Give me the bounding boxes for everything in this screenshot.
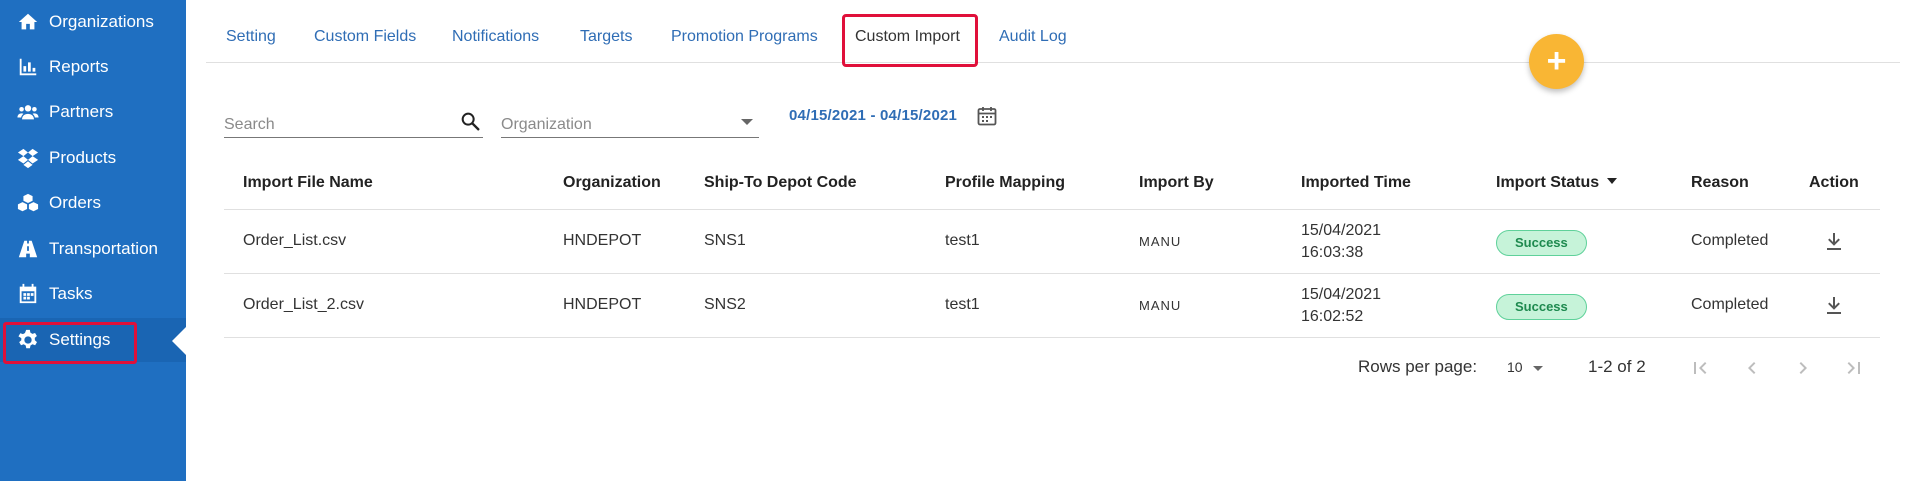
sidebar-item-settings[interactable]: Settings bbox=[0, 318, 186, 362]
tab-setting[interactable]: Setting bbox=[226, 28, 276, 46]
file-name-cell: Order_List_2.csv bbox=[243, 296, 364, 313]
bar-chart-icon bbox=[19, 58, 37, 76]
sidebar-item-orders[interactable]: Orders bbox=[0, 181, 186, 225]
column-header-import-by[interactable]: Import By bbox=[1139, 174, 1214, 192]
reason-cell: Completed bbox=[1691, 232, 1769, 249]
import-by-cell: MANU bbox=[1139, 298, 1182, 313]
date-range-value[interactable]: 04/15/2021 - 04/15/2021 bbox=[789, 107, 957, 124]
add-button[interactable]: + bbox=[1529, 34, 1584, 89]
sidebar-item-label: Settings bbox=[49, 330, 111, 349]
sidebar-item-tasks[interactable]: Tasks bbox=[0, 272, 186, 316]
chevron-down-icon bbox=[1532, 365, 1543, 371]
imported-time-cell: 15/04/2021 16:03:38 bbox=[1301, 220, 1381, 264]
status-badge: Success bbox=[1496, 294, 1587, 320]
import-status-label: Import Status bbox=[1496, 174, 1600, 191]
download-icon[interactable] bbox=[1822, 294, 1846, 318]
tab-custom-import[interactable]: Custom Import bbox=[855, 28, 960, 46]
column-header-profile-mapping[interactable]: Profile Mapping bbox=[945, 174, 1065, 192]
tab-targets[interactable]: Targets bbox=[580, 28, 632, 46]
tab-notifications[interactable]: Notifications bbox=[452, 28, 539, 46]
imported-clock-time: 16:03:38 bbox=[1301, 244, 1364, 261]
active-pointer bbox=[172, 327, 186, 355]
column-header-action: Action bbox=[1809, 174, 1859, 191]
table-row[interactable]: Order_List.csv HNDEPOT SNS1 test1 MANU 1… bbox=[224, 210, 1880, 274]
sidebar-item-partners[interactable]: Partners bbox=[0, 90, 186, 134]
import-by-cell: MANU bbox=[1139, 234, 1182, 249]
tab-audit-log[interactable]: Audit Log bbox=[999, 28, 1067, 46]
import-table: Import File Name Organization Ship-To De… bbox=[224, 160, 1880, 338]
column-header-import-status[interactable]: Import Status bbox=[1496, 174, 1618, 192]
sidebar-item-transportation[interactable]: Transportation bbox=[0, 227, 186, 271]
sidebar: Organizations Reports Partners Products … bbox=[0, 0, 186, 481]
next-page-icon[interactable] bbox=[1791, 356, 1815, 380]
rows-per-page-value: 10 bbox=[1507, 359, 1523, 375]
gear-icon bbox=[18, 329, 37, 349]
cubes-icon bbox=[17, 193, 39, 212]
profile-mapping-cell: test1 bbox=[945, 232, 980, 249]
sidebar-item-label: Transportation bbox=[49, 239, 158, 258]
calendar-icon[interactable] bbox=[975, 104, 999, 128]
sidebar-item-label: Tasks bbox=[49, 284, 93, 303]
calendar-icon bbox=[19, 283, 37, 304]
tab-promotion-programs[interactable]: Promotion Programs bbox=[671, 28, 818, 46]
sidebar-item-label: Reports bbox=[49, 57, 109, 76]
rows-per-page-select[interactable]: 10 bbox=[1507, 359, 1543, 375]
column-header-imported-time[interactable]: Imported Time bbox=[1301, 174, 1411, 192]
depot-code-cell: SNS1 bbox=[704, 232, 746, 249]
sidebar-item-reports[interactable]: Reports bbox=[0, 45, 186, 89]
profile-mapping-cell: test1 bbox=[945, 296, 980, 313]
reason-cell: Completed bbox=[1691, 296, 1769, 313]
sidebar-item-label: Orders bbox=[49, 193, 101, 212]
organization-select[interactable] bbox=[501, 104, 759, 138]
column-header-depot-code[interactable]: Ship-To Depot Code bbox=[704, 174, 857, 192]
imported-time-cell: 15/04/2021 16:02:52 bbox=[1301, 284, 1381, 328]
imported-date: 15/04/2021 bbox=[1301, 286, 1382, 303]
search-field bbox=[224, 104, 483, 138]
search-icon[interactable] bbox=[459, 110, 481, 132]
users-icon bbox=[17, 105, 39, 120]
search-input[interactable] bbox=[224, 104, 444, 136]
sort-caret-icon bbox=[1607, 177, 1618, 184]
first-page-icon[interactable] bbox=[1688, 356, 1712, 380]
imported-clock-time: 16:02:52 bbox=[1301, 308, 1364, 325]
depot-code-cell: SNS2 bbox=[704, 296, 746, 313]
organization-cell: HNDEPOT bbox=[563, 232, 642, 249]
organization-cell: HNDEPOT bbox=[563, 296, 642, 313]
column-header-reason[interactable]: Reason bbox=[1691, 174, 1749, 192]
chevron-down-icon bbox=[741, 119, 753, 125]
home-icon bbox=[18, 13, 38, 30]
organization-input[interactable] bbox=[501, 104, 721, 136]
imported-date: 15/04/2021 bbox=[1301, 222, 1382, 239]
tab-custom-fields[interactable]: Custom Fields bbox=[314, 28, 416, 46]
column-header-file-name[interactable]: Import File Name bbox=[243, 174, 373, 192]
last-page-icon[interactable] bbox=[1842, 356, 1866, 380]
road-icon bbox=[18, 240, 38, 258]
table-header: Import File Name Organization Ship-To De… bbox=[224, 160, 1880, 210]
sidebar-item-organizations[interactable]: Organizations bbox=[0, 0, 186, 44]
sidebar-item-label: Products bbox=[49, 148, 117, 167]
sidebar-item-products[interactable]: Products bbox=[0, 136, 186, 180]
column-header-organization[interactable]: Organization bbox=[563, 174, 661, 192]
sidebar-item-label: Partners bbox=[49, 102, 114, 121]
rows-per-page-label: Rows per page: bbox=[1358, 357, 1478, 376]
pagination-range: 1-2 of 2 bbox=[1588, 357, 1646, 376]
download-icon[interactable] bbox=[1822, 230, 1846, 254]
sidebar-item-label: Organizations bbox=[49, 12, 154, 31]
tab-bar: Setting Custom Fields Notifications Targ… bbox=[206, 0, 1900, 63]
previous-page-icon[interactable] bbox=[1740, 356, 1764, 380]
status-badge: Success bbox=[1496, 230, 1587, 256]
file-name-cell: Order_List.csv bbox=[243, 232, 347, 249]
dropbox-icon bbox=[17, 148, 39, 169]
table-row[interactable]: Order_List_2.csv HNDEPOT SNS2 test1 MANU… bbox=[224, 274, 1880, 338]
